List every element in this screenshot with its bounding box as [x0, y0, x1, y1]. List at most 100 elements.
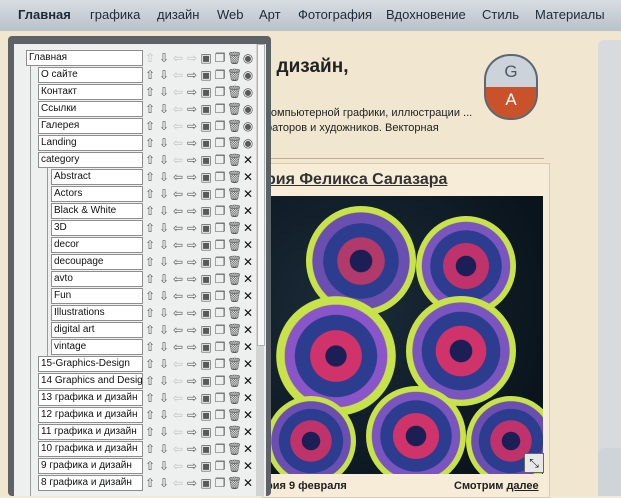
arrow-down-icon[interactable]: ⇩ [157, 169, 171, 185]
arrow-down-icon[interactable]: ⇩ [157, 288, 171, 304]
arrow-down-icon[interactable]: ⇩ [157, 67, 171, 83]
arrow-left-icon[interactable]: ⇦ [171, 203, 185, 219]
trash-icon[interactable]: 🗑 [227, 475, 242, 491]
arrow-up-icon[interactable]: ⇧ [143, 50, 157, 66]
arrow-left-icon[interactable]: ⇦ [171, 458, 185, 474]
trash-icon[interactable]: 🗑 [227, 169, 242, 185]
copy-icon[interactable]: ❐ [213, 254, 227, 270]
arrow-up-icon[interactable]: ⇧ [143, 254, 157, 270]
arrow-left-icon[interactable]: ⇦ [171, 475, 185, 491]
menu-item-field[interactable]: 8 графика и дизайн [38, 475, 143, 491]
arrow-down-icon[interactable]: ⇩ [157, 458, 171, 474]
arrow-down-icon[interactable]: ⇩ [157, 305, 171, 321]
arrow-right-icon[interactable]: ⇨ [185, 305, 199, 321]
arrow-up-icon[interactable]: ⇧ [143, 237, 157, 253]
arrow-right-icon[interactable]: ⇨ [185, 339, 199, 355]
eye-crossed-icon[interactable]: ✕ [241, 390, 255, 406]
expand-icon[interactable]: ⤡ [524, 453, 544, 473]
arrow-left-icon[interactable]: ⇦ [171, 101, 185, 117]
eye-crossed-icon[interactable]: ✕ [241, 152, 255, 168]
menu-item-field[interactable]: digital art [51, 322, 143, 338]
arrow-left-icon[interactable]: ⇦ [171, 237, 185, 253]
arrow-down-icon[interactable]: ⇩ [157, 152, 171, 168]
add-page-icon[interactable]: ▣ [199, 237, 213, 253]
arrow-left-icon[interactable]: ⇦ [171, 186, 185, 202]
arrow-up-icon[interactable]: ⇧ [143, 118, 157, 134]
arrow-left-icon[interactable]: ⇦ [171, 339, 185, 355]
trash-icon[interactable]: 🗑 [227, 152, 242, 168]
arrow-right-icon[interactable]: ⇨ [185, 356, 199, 372]
copy-icon[interactable]: ❐ [213, 220, 227, 236]
menu-item-field[interactable]: Landing [38, 135, 143, 151]
eye-crossed-icon[interactable]: ✕ [241, 186, 255, 202]
arrow-left-icon[interactable]: ⇦ [171, 305, 185, 321]
copy-icon[interactable]: ❐ [213, 356, 227, 372]
menu-item-field[interactable]: 15-Graphics-Design [38, 356, 143, 372]
arrow-left-icon[interactable]: ⇦ [171, 135, 185, 151]
menu-item-field[interactable]: О сайте [38, 67, 143, 83]
trash-icon[interactable]: 🗑 [227, 101, 242, 117]
eye-icon[interactable]: ◉ [241, 50, 255, 66]
arrow-right-icon[interactable]: ⇨ [185, 322, 199, 338]
copy-icon[interactable]: ❐ [213, 135, 227, 151]
add-page-icon[interactable]: ▣ [199, 50, 213, 66]
eye-crossed-icon[interactable]: ✕ [241, 254, 255, 270]
add-page-icon[interactable]: ▣ [199, 288, 213, 304]
copy-icon[interactable]: ❐ [213, 305, 227, 321]
copy-icon[interactable]: ❐ [213, 288, 227, 304]
add-page-icon[interactable]: ▣ [199, 475, 213, 491]
copy-icon[interactable]: ❐ [213, 441, 227, 457]
arrow-right-icon[interactable]: ⇨ [185, 424, 199, 440]
copy-icon[interactable]: ❐ [213, 118, 227, 134]
trash-icon[interactable]: 🗑 [227, 67, 242, 83]
add-page-icon[interactable]: ▣ [199, 271, 213, 287]
arrow-up-icon[interactable]: ⇧ [143, 373, 157, 389]
arrow-up-icon[interactable]: ⇧ [143, 424, 157, 440]
eye-icon[interactable]: ◉ [241, 84, 255, 100]
arrow-left-icon[interactable]: ⇦ [171, 271, 185, 287]
menu-scrollbar-thumb[interactable] [257, 44, 265, 346]
copy-icon[interactable]: ❐ [213, 322, 227, 338]
arrow-up-icon[interactable]: ⇧ [143, 135, 157, 151]
trash-icon[interactable]: 🗑 [227, 118, 242, 134]
arrow-right-icon[interactable]: ⇨ [185, 169, 199, 185]
arrow-down-icon[interactable]: ⇩ [157, 475, 171, 491]
nav-materials[interactable]: Материалы [535, 7, 605, 22]
eye-crossed-icon[interactable]: ✕ [241, 169, 255, 185]
menu-item-field[interactable]: Black & White [51, 203, 143, 219]
copy-icon[interactable]: ❐ [213, 67, 227, 83]
arrow-left-icon[interactable]: ⇦ [171, 441, 185, 457]
arrow-up-icon[interactable]: ⇧ [143, 441, 157, 457]
nav-graphics[interactable]: графика [90, 7, 140, 22]
eye-crossed-icon[interactable]: ✕ [241, 305, 255, 321]
menu-item-field[interactable]: Illustrations [51, 305, 143, 321]
arrow-right-icon[interactable]: ⇨ [185, 458, 199, 474]
copy-icon[interactable]: ❐ [213, 203, 227, 219]
arrow-up-icon[interactable]: ⇧ [143, 356, 157, 372]
eye-crossed-icon[interactable]: ✕ [241, 220, 255, 236]
eye-crossed-icon[interactable]: ✕ [241, 424, 255, 440]
eye-crossed-icon[interactable]: ✕ [241, 475, 255, 491]
add-page-icon[interactable]: ▣ [199, 203, 213, 219]
trash-icon[interactable]: 🗑 [227, 186, 242, 202]
copy-icon[interactable]: ❐ [213, 186, 227, 202]
arrow-down-icon[interactable]: ⇩ [157, 101, 171, 117]
arrow-down-icon[interactable]: ⇩ [157, 322, 171, 338]
add-page-icon[interactable]: ▣ [199, 135, 213, 151]
add-page-icon[interactable]: ▣ [199, 186, 213, 202]
menu-item-field[interactable]: 12 графика и дизайн [38, 407, 143, 423]
arrow-left-icon[interactable]: ⇦ [171, 169, 185, 185]
arrow-right-icon[interactable]: ⇨ [185, 407, 199, 423]
post-photo[interactable] [266, 196, 543, 474]
arrow-up-icon[interactable]: ⇧ [143, 186, 157, 202]
menu-item-field[interactable]: 11 графика и дизайн [38, 424, 143, 440]
add-page-icon[interactable]: ▣ [199, 220, 213, 236]
copy-icon[interactable]: ❐ [213, 84, 227, 100]
trash-icon[interactable]: 🗑 [227, 135, 242, 151]
nav-style[interactable]: Стиль [482, 7, 519, 22]
trash-icon[interactable]: 🗑 [227, 288, 242, 304]
trash-icon[interactable]: 🗑 [227, 424, 242, 440]
arrow-right-icon[interactable]: ⇨ [185, 186, 199, 202]
add-page-icon[interactable]: ▣ [199, 152, 213, 168]
menu-item-field[interactable]: 14 Graphics and Design [38, 373, 143, 389]
